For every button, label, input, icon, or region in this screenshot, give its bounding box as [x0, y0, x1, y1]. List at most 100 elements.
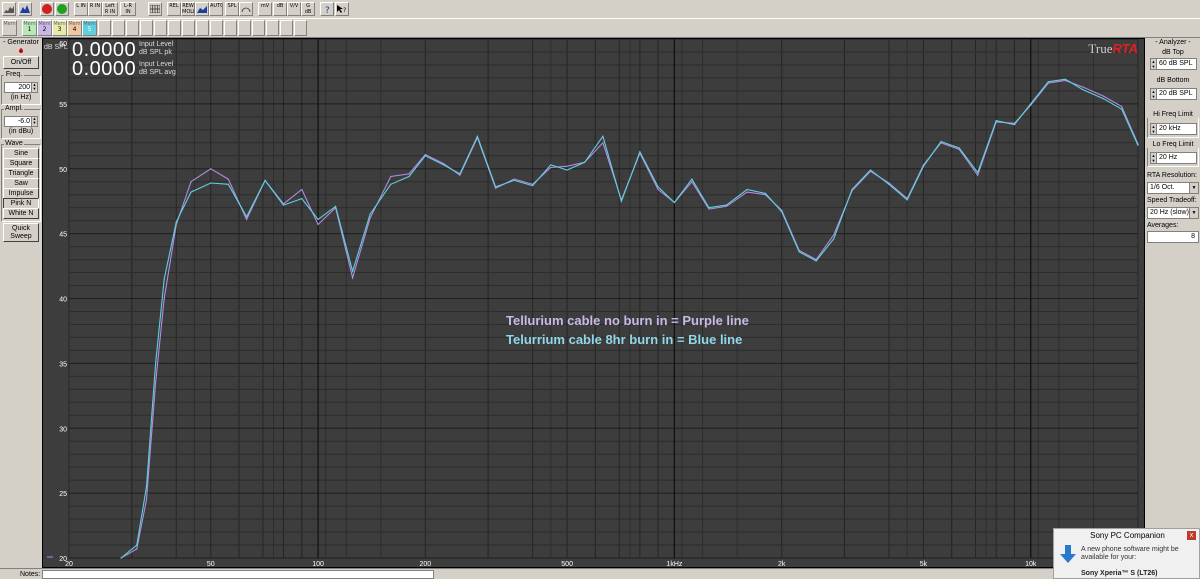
- db-top-spinner[interactable]: ▲ ▼: [1151, 59, 1157, 69]
- relative-button[interactable]: REL: [167, 2, 181, 16]
- data-point-blue: [163, 278, 165, 280]
- remove-noise-button[interactable]: REW MOLE: [181, 2, 195, 16]
- close-icon[interactable]: x: [1187, 531, 1196, 540]
- memory-slot-empty[interactable]: [252, 20, 265, 36]
- notes-input[interactable]: [42, 570, 434, 579]
- data-point-purple: [746, 191, 748, 193]
- memory-slot-empty[interactable]: [224, 20, 237, 36]
- y-tick-label: 55: [59, 102, 67, 109]
- x-tick-label: 50: [207, 561, 215, 567]
- data-point-blue: [145, 486, 148, 488]
- hi-freq-input[interactable]: ▲ ▼ 20 kHz: [1150, 123, 1197, 135]
- memory-slot-empty[interactable]: [140, 20, 153, 36]
- chevron-down-icon[interactable]: ▼: [1189, 208, 1198, 218]
- memory-slot-empty[interactable]: [266, 20, 279, 36]
- memory-slot-empty[interactable]: [182, 20, 195, 36]
- spectrum-view-icon[interactable]: [2, 2, 16, 16]
- memory-slot-empty[interactable]: [294, 20, 307, 36]
- x-tick-label: 5k: [920, 561, 928, 567]
- stop-button[interactable]: [40, 2, 54, 16]
- data-point-blue: [1064, 78, 1066, 80]
- l-minus-r-input-button[interactable]: L-R IN: [120, 2, 136, 16]
- data-point-purple: [657, 188, 659, 191]
- meter-icon[interactable]: [239, 2, 253, 16]
- auto-cal-button[interactable]: AUTO: [209, 2, 223, 16]
- memory-slot-empty[interactable]: [112, 20, 125, 36]
- memory-label: Mem: [3, 21, 16, 27]
- analyzer-title: - Analyzer -: [1147, 39, 1199, 46]
- db-bottom-input[interactable]: ▲ ▼ 20 dB SPL: [1150, 88, 1197, 100]
- x-tick-label: 10k: [1025, 561, 1037, 567]
- data-point-purple: [566, 165, 568, 167]
- memory-slot-3[interactable]: Mem 3: [52, 20, 67, 36]
- data-point-blue: [459, 173, 461, 175]
- averages-input[interactable]: 8: [1147, 231, 1199, 243]
- data-point-purple: [245, 218, 248, 220]
- freq-spinner[interactable]: ▲ ▼: [31, 83, 37, 92]
- memory-slot-empty[interactable]: [280, 20, 293, 36]
- data-point-purple: [691, 181, 693, 183]
- memory-slot-5[interactable]: Mem 5: [82, 20, 97, 36]
- freq-value: 200: [18, 84, 30, 91]
- quick-sweep-line1: Quick: [12, 225, 30, 232]
- left-input-button[interactable]: L IN: [74, 2, 88, 16]
- ampl-spinner[interactable]: ▲ ▼: [31, 117, 37, 126]
- data-point-blue: [940, 140, 942, 143]
- db-top-input[interactable]: ▲ ▼ 60 dB SPL: [1150, 58, 1197, 70]
- avg-value: 0.0000: [72, 58, 137, 80]
- annotation-purple: Tellurium cable no burn in = Purple line: [506, 313, 749, 328]
- data-point-blue: [746, 188, 748, 191]
- millivolt-button[interactable]: mV: [258, 2, 272, 16]
- chevron-down-icon[interactable]: ▼: [1189, 183, 1198, 193]
- left-right-input-button[interactable]: Left R IN: [102, 2, 118, 16]
- quick-sweep-button[interactable]: Quick Sweep: [3, 223, 39, 242]
- speed-tradeoff-label: Speed Tradeoff:: [1147, 197, 1199, 204]
- rta-resolution-select[interactable]: 1/6 Oct. ▼: [1147, 182, 1199, 194]
- memory-slot-4[interactable]: Mem 4: [67, 20, 82, 36]
- data-point-blue: [781, 210, 783, 213]
- spectrum-blue-icon[interactable]: [195, 2, 209, 16]
- lo-freq-input[interactable]: ▲ ▼ 20 Hz: [1150, 152, 1197, 164]
- context-help-icon[interactable]: ?: [335, 2, 349, 16]
- hi-freq-spinner[interactable]: ▲ ▼: [1151, 124, 1157, 134]
- memory-slot-empty[interactable]: [238, 20, 251, 36]
- right-input-button[interactable]: R IN: [88, 2, 102, 16]
- memory-slot-1[interactable]: Mem 1: [22, 20, 37, 36]
- go-button[interactable]: [55, 2, 69, 16]
- volts-ratio-button[interactable]: V/V: [287, 2, 301, 16]
- memory-slot-empty[interactable]: [196, 20, 209, 36]
- gain-db-button[interactable]: G dB: [301, 2, 315, 16]
- rta-plot[interactable]: 20 50 100 200 500 1kHz 2k 5k 10k 20 25 30 35 40 45 50 55…: [42, 38, 1145, 568]
- averages-label: Averages:: [1147, 222, 1199, 229]
- lo-freq-spinner[interactable]: ▲ ▼: [1151, 153, 1157, 163]
- memory-slot-empty[interactable]: [98, 20, 111, 36]
- main-toolbar: L IN R IN Left R IN L-R IN REL REW MOLE …: [0, 0, 1200, 19]
- speed-tradeoff-select[interactable]: 20 Hz (slow) ▼: [1147, 207, 1199, 219]
- memory-slot-live[interactable]: Mem: [2, 20, 17, 36]
- memory-slot-empty[interactable]: [168, 20, 181, 36]
- data-point-blue: [691, 178, 693, 180]
- data-point-blue: [602, 135, 604, 137]
- db-bottom-value: 20 dB SPL: [1159, 90, 1193, 97]
- memory-slot-2[interactable]: Mem 2: [37, 20, 52, 36]
- grid-icon[interactable]: [148, 2, 162, 16]
- data-point-purple: [442, 162, 445, 165]
- data-point-blue: [442, 164, 445, 166]
- help-icon[interactable]: ?: [320, 2, 334, 16]
- notes-label: Notes:: [20, 571, 41, 578]
- generator-on-off-button[interactable]: On/Off: [3, 56, 39, 69]
- ampl-input[interactable]: -6.0 ▲ ▼: [4, 116, 38, 127]
- db-bottom-spinner[interactable]: ▲ ▼: [1151, 89, 1157, 99]
- bar-graph-icon[interactable]: [18, 2, 32, 16]
- memory-toolbar: Mem Mem 1 Mem 2 Mem 3 Mem 4 Mem 5: [0, 19, 1200, 38]
- spl-button[interactable]: SPL: [225, 2, 239, 16]
- data-point-purple: [725, 205, 728, 207]
- memory-slot-empty[interactable]: [126, 20, 139, 36]
- db-button[interactable]: dB: [273, 2, 287, 16]
- sony-companion-notification[interactable]: Sony PC Companion x A new phone software…: [1053, 528, 1200, 579]
- freq-input[interactable]: 200 ▲ ▼: [4, 82, 38, 93]
- y-tick-label: 20: [59, 556, 67, 563]
- memory-slot-empty[interactable]: [154, 20, 167, 36]
- wave-white-noise-button[interactable]: White N: [3, 208, 39, 219]
- memory-slot-empty[interactable]: [210, 20, 223, 36]
